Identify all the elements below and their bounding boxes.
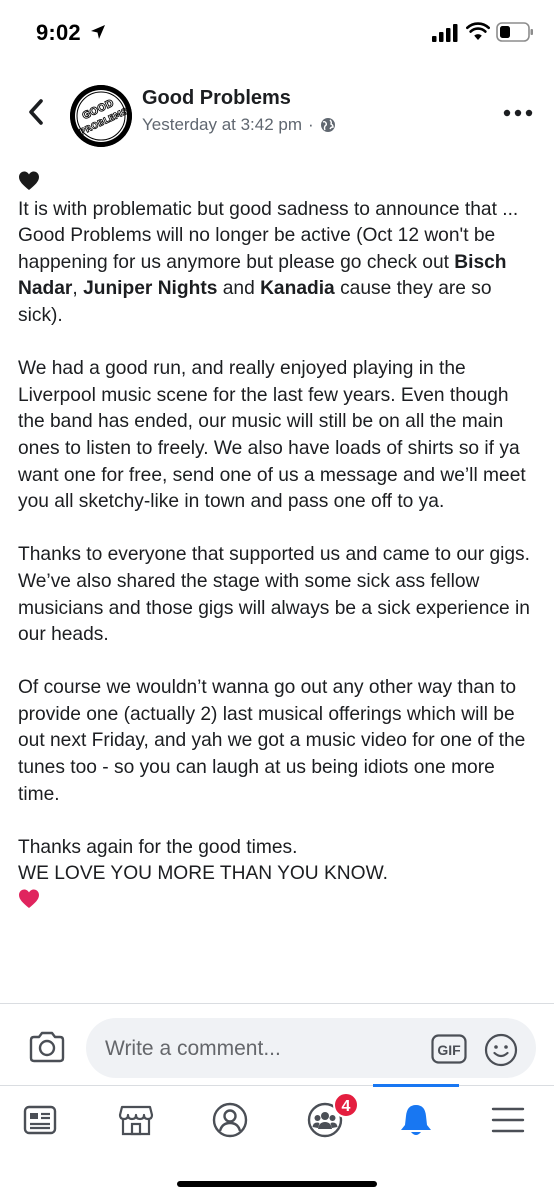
notifications-bell-icon — [401, 1105, 431, 1135]
post-paragraph-1-line-2: Good Problems will no longer be active (… — [18, 223, 538, 329]
nav-profile[interactable] — [208, 1100, 252, 1140]
active-tab-indicator — [373, 1084, 459, 1087]
post-paragraph-1-line-1: It is with problematic but good sadness … — [18, 198, 519, 220]
post-paragraph-3: Thanks to everyone that supported us and… — [18, 544, 530, 646]
good-problems-logo: GOOD PROBLEMS — [70, 85, 132, 147]
post-timestamp[interactable]: Yesterday at 3:42 pm — [142, 115, 302, 135]
black-heart-icon — [19, 171, 39, 190]
post-text-fragment: and — [217, 278, 261, 300]
comment-input[interactable]: Write a comment... GIF — [86, 1018, 536, 1078]
post-meta: Yesterday at 3:42 pm · — [142, 115, 336, 135]
nav-marketplace[interactable] — [114, 1100, 158, 1140]
comment-placeholder: Write a comment... — [105, 1037, 281, 1060]
marketplace-icon — [118, 1105, 154, 1136]
red-heart-icon — [19, 889, 39, 909]
more-dots-icon — [503, 109, 533, 117]
back-button[interactable] — [22, 94, 50, 130]
nav-notifications[interactable] — [394, 1100, 438, 1140]
black-heart-line — [18, 170, 538, 197]
nav-news-feed[interactable] — [18, 1100, 62, 1140]
post-body: It is with problematic but good sadness … — [18, 170, 538, 915]
post-header: GOOD PROBLEMS Good Problems Yesterday at… — [0, 72, 554, 158]
nav-menu[interactable] — [486, 1100, 530, 1140]
more-options-button[interactable] — [498, 98, 538, 128]
status-bar: 9:02 — [0, 0, 554, 70]
comment-bar: Write a comment... GIF — [0, 1003, 554, 1085]
post-text-fragment: , — [72, 278, 84, 300]
meta-separator: · — [308, 115, 314, 134]
post-paragraph-5-line-2: WE LOVE YOU MORE THAN YOU KNOW. — [18, 863, 388, 885]
post-text-fragment: Good Problems will no longer be active (… — [18, 225, 496, 273]
gif-icon[interactable]: GIF — [431, 1034, 467, 1064]
gif-label: GIF — [437, 1042, 461, 1058]
home-indicator[interactable] — [177, 1181, 377, 1187]
post-paragraph-5-line-1: Thanks again for the good times. — [18, 836, 298, 858]
wifi-icon — [466, 22, 490, 40]
groups-notification-badge: 4 — [333, 1092, 359, 1118]
band-name-kanadia: Kanadia — [260, 278, 335, 300]
post-paragraph-4: Of course we wouldn’t wanna go out any o… — [18, 677, 526, 805]
battery-icon — [496, 22, 533, 42]
cellular-signal-icon — [432, 24, 458, 42]
band-name-juniper-nights: Juniper Nights — [83, 278, 218, 300]
page-name[interactable]: Good Problems — [142, 87, 291, 110]
globe-icon — [320, 118, 335, 132]
chevron-left-icon — [29, 99, 43, 125]
status-time: 9:02 — [36, 20, 81, 45]
profile-icon — [212, 1102, 248, 1138]
bottom-nav: 4 — [0, 1084, 554, 1200]
post-paragraph-2: We had a good run, and really enjoyed pl… — [18, 358, 526, 513]
location-arrow-icon — [91, 25, 105, 39]
page-avatar[interactable]: GOOD PROBLEMS — [70, 85, 132, 147]
emoji-picker-icon[interactable] — [484, 1033, 518, 1067]
menu-hamburger-icon — [491, 1107, 525, 1133]
camera-icon[interactable] — [28, 1028, 66, 1066]
red-heart-line — [18, 888, 538, 915]
news-feed-icon — [23, 1105, 57, 1135]
